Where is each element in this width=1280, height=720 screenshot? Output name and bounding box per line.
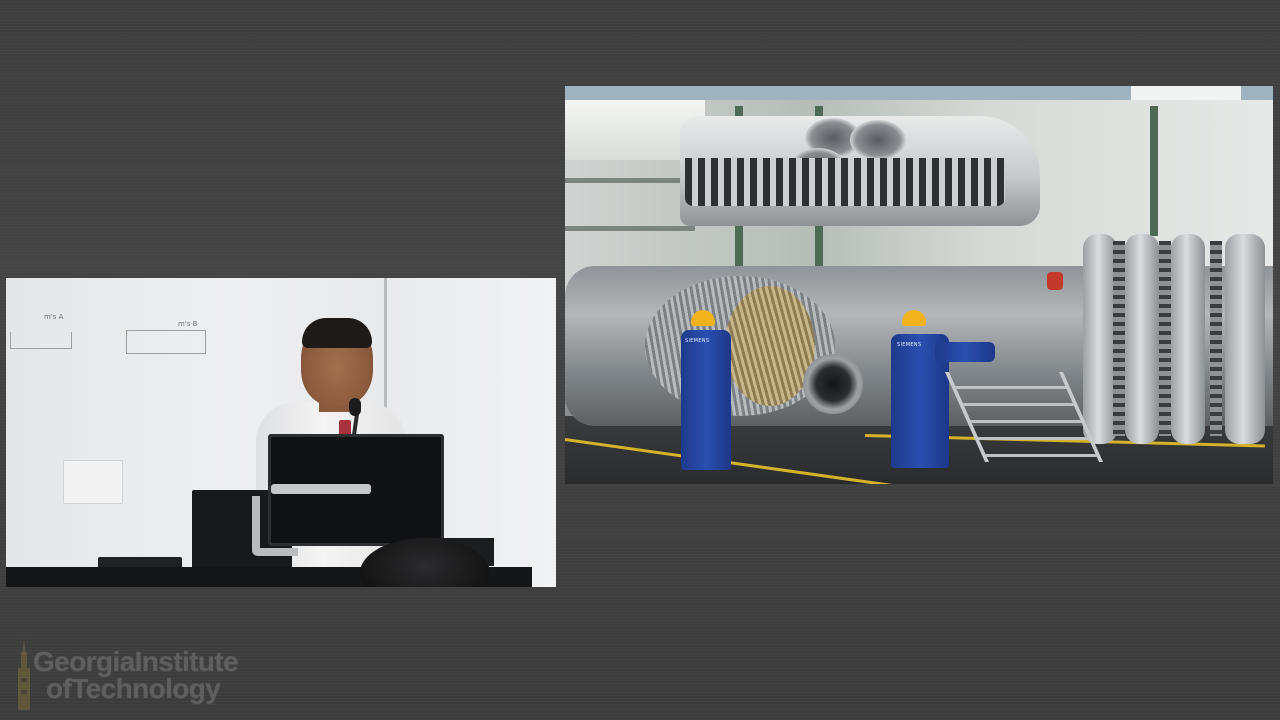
steel-girder: [1150, 106, 1158, 236]
turbine-ring-bolts: [1113, 241, 1125, 436]
wall-switch-plate: [63, 460, 123, 504]
turbine-ring: [1171, 234, 1205, 444]
georgia-tech-logo: GeorgiaInstitute ofTechnology: [14, 638, 334, 710]
speaker-video-panel: m's A m's B: [6, 278, 556, 587]
turbine-ring-bolts: [1210, 241, 1222, 436]
worker-right-arm: [935, 342, 995, 362]
board-note-a: m's A: [44, 313, 64, 321]
turbine-compressor-blades: [725, 286, 815, 406]
tech-tower-icon: [18, 638, 30, 710]
turbine-ring: [1125, 234, 1159, 444]
turbine-ring: [1225, 234, 1265, 444]
monitor-arm-joint: [252, 496, 298, 556]
worker-jacket-label: SIEMENS: [685, 338, 710, 344]
slide-turbine-photo: SIEMENS SIEMENS: [565, 86, 1273, 484]
board-box-b: [126, 330, 206, 354]
presenter-hair: [302, 318, 372, 348]
turbine-bore: [803, 354, 863, 414]
board-box-a: [10, 332, 72, 349]
red-valve: [1047, 272, 1063, 290]
casing-bolt-row: [685, 158, 1005, 206]
wall-beam: [565, 226, 695, 231]
slide-top-bar-highlight: [1131, 86, 1241, 100]
microphone-icon: [349, 398, 361, 416]
monitor-arm: [271, 484, 371, 494]
turbine-ring: [1083, 234, 1117, 444]
casing-port: [850, 120, 906, 160]
turbine-ring-bolts: [1159, 241, 1171, 436]
worker-left: [681, 330, 731, 470]
worker-jacket-label: SIEMENS: [897, 342, 922, 348]
board-note-b: m's B: [178, 320, 198, 328]
logo-line-2: ofTechnology: [46, 673, 221, 704]
